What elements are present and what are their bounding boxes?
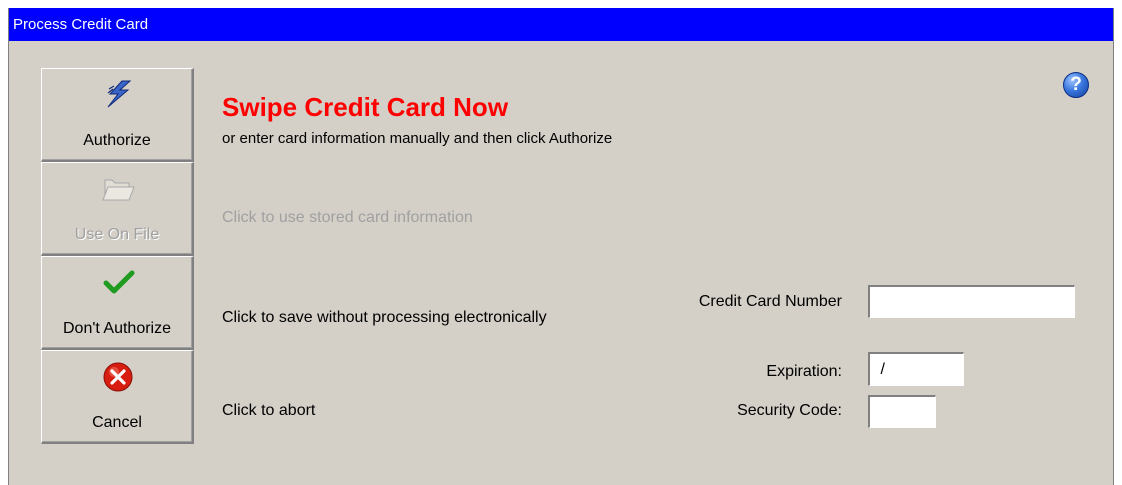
expiration-label: Expiration: <box>766 363 842 380</box>
folder-icon <box>42 173 192 203</box>
credit-card-number-field[interactable] <box>868 285 1075 318</box>
swipe-card-heading: Swipe Credit Card Now <box>222 92 509 122</box>
checkmark-icon <box>42 267 192 297</box>
dont-authorize-button[interactable]: Don't Authorize <box>41 256 194 350</box>
instructions-subheading: or enter card information manually and t… <box>222 130 613 147</box>
action-button-column: Authorize Use On File Don't Authorize Ca… <box>41 68 194 444</box>
security-code-field[interactable] <box>868 395 936 428</box>
process-credit-card-window: Process Credit Card ? Authorize Use On F… <box>8 8 1114 485</box>
use-on-file-label: Use On File <box>74 226 160 243</box>
window-title: Process Credit Card <box>9 8 1113 41</box>
cancel-description: Click to abort <box>222 402 316 419</box>
authorize-button[interactable]: Authorize <box>41 68 194 162</box>
cancel-button[interactable]: Cancel <box>41 350 194 444</box>
help-icon[interactable]: ? <box>1063 72 1089 98</box>
lightning-bolt-icon <box>42 79 192 109</box>
expiration-field[interactable] <box>868 352 964 386</box>
cancel-label: Cancel <box>92 414 142 431</box>
red-x-icon <box>42 361 192 392</box>
use-on-file-description: Click to use stored card information <box>222 209 473 226</box>
authorize-label: Authorize <box>83 132 151 149</box>
dont-authorize-description: Click to save without processing electro… <box>222 309 547 326</box>
credit-card-number-label: Credit Card Number <box>698 293 842 310</box>
security-code-label: Security Code: <box>737 402 842 419</box>
dont-authorize-label: Don't Authorize <box>62 320 171 337</box>
use-on-file-button[interactable]: Use On File <box>41 162 194 256</box>
